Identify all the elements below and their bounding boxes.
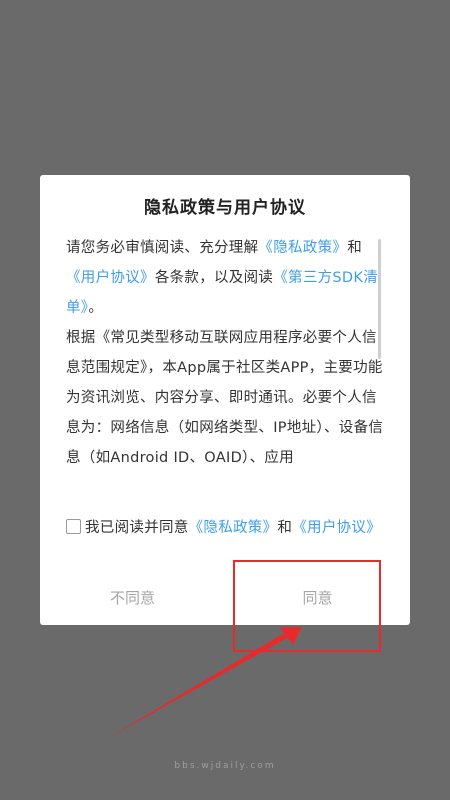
annotation-highlight-box — [233, 560, 381, 652]
dialog-title: 隐私政策与用户协议 — [144, 198, 306, 218]
user-agreement-link[interactable]: 《用户协议》 — [66, 270, 155, 286]
agree-row: 我已阅读并同意《隐私政策》和《用户协议》 — [66, 513, 386, 543]
content-scrollbar[interactable] — [378, 239, 381, 359]
policy-text: 各条款，以及阅读 — [154, 270, 274, 286]
policy-paragraph-2: 根据《常见类型移动互联网应用程序必要个人信息范围规定》，本App属于社区类APP… — [66, 330, 384, 466]
policy-paragraph-1: 请您务必审慎阅读、充分理解《隐私政策》和 《用户协议》各条款，以及阅读《第三方SD… — [66, 233, 384, 323]
agree-checkbox[interactable] — [66, 519, 81, 534]
policy-content-scroll[interactable]: 请您务必审慎阅读、充分理解《隐私政策》和 《用户协议》各条款，以及阅读《第三方SD… — [66, 233, 396, 471]
agree-text: 我已阅读并同意 — [85, 520, 189, 536]
agree-and-text: 和 — [277, 520, 293, 536]
privacy-dialog: 隐私政策与用户协议 请您务必审慎阅读、充分理解《隐私政策》和 《用户协议》各条款，… — [40, 175, 410, 625]
privacy-policy-link[interactable]: 《隐私政策》 — [258, 240, 347, 256]
policy-text: 请您务必审慎阅读、充分理解 — [66, 240, 259, 256]
disagree-button[interactable]: 不同意 — [40, 587, 225, 608]
policy-text: 和 — [347, 240, 363, 256]
agree-privacy-policy-link[interactable]: 《隐私政策》 — [189, 520, 278, 536]
policy-content: 请您务必审慎阅读、充分理解《隐私政策》和 《用户协议》各条款，以及阅读《第三方SD… — [66, 233, 384, 471]
agree-user-agreement-link[interactable]: 《用户协议》 — [292, 520, 381, 536]
watermark: bbs.wjdaily.com — [174, 761, 276, 771]
policy-text: 。 — [88, 300, 104, 316]
